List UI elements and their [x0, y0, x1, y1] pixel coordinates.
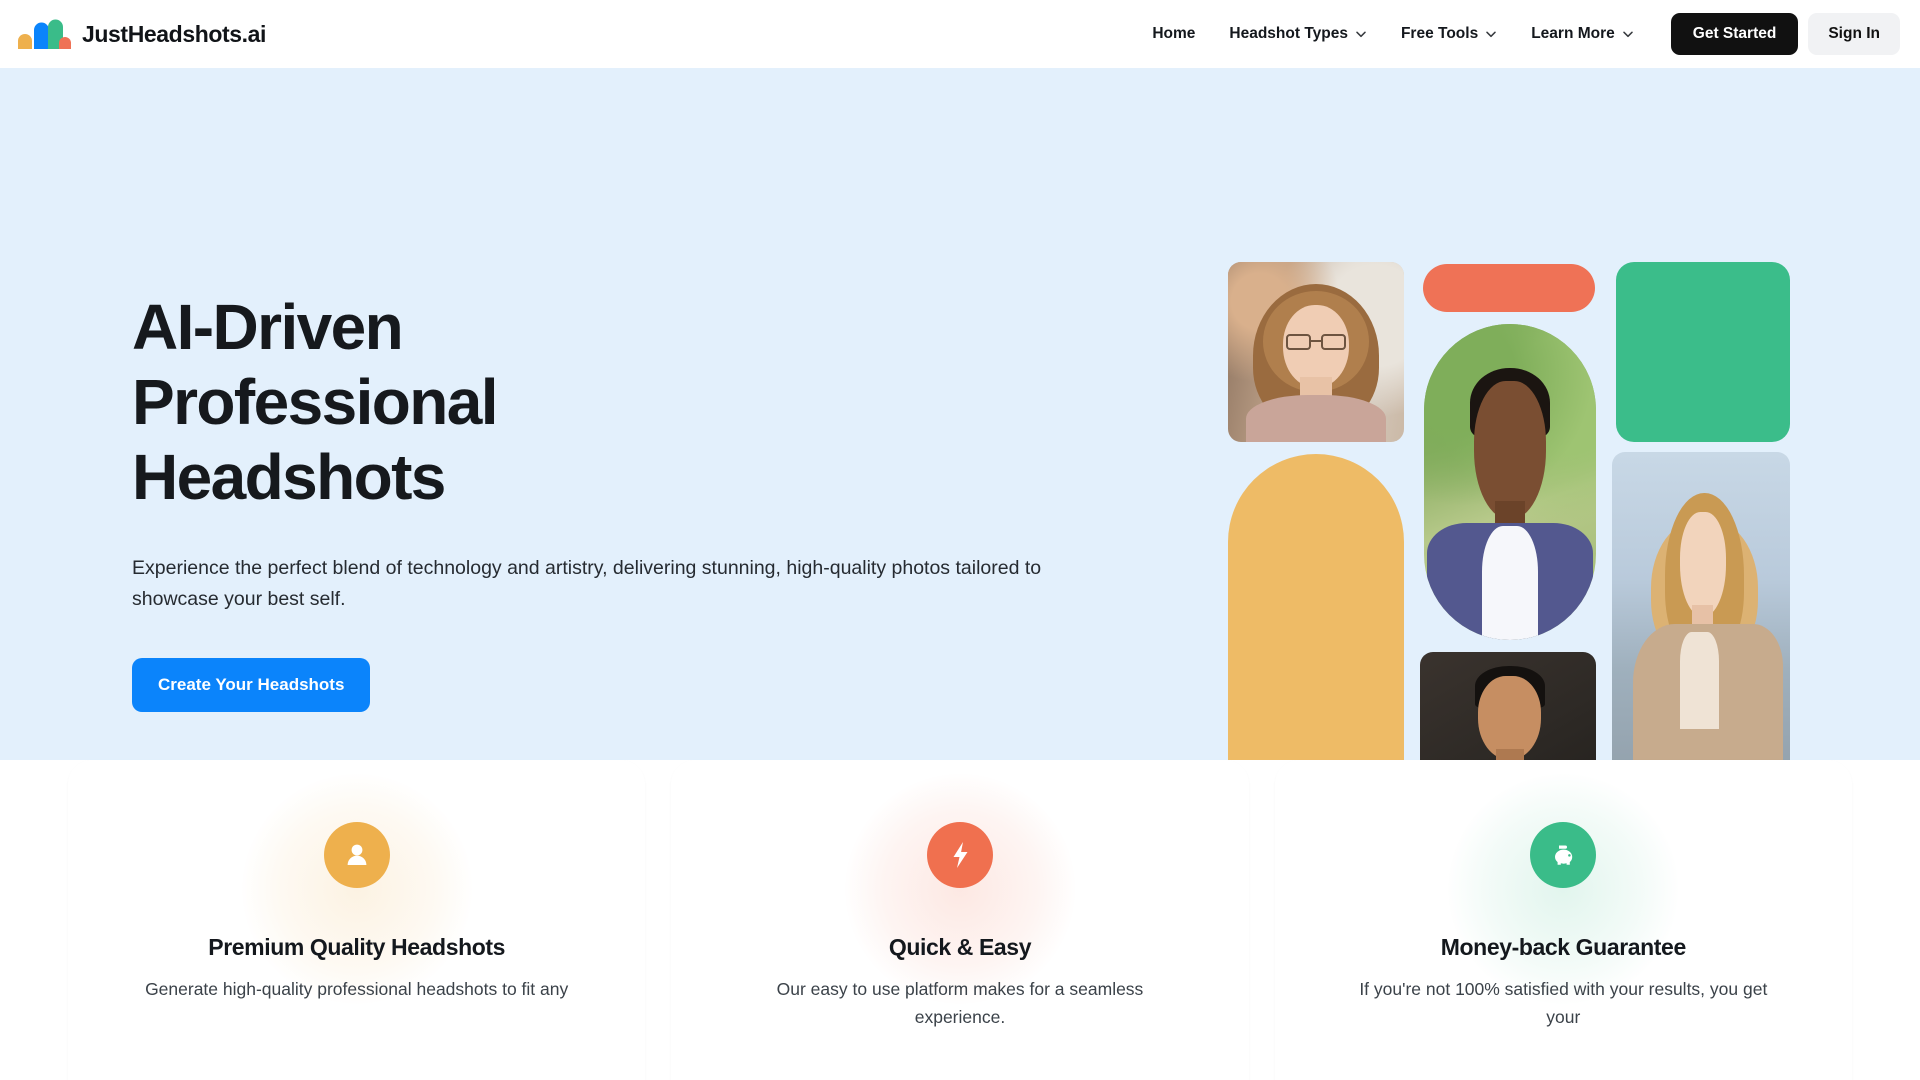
nav-label-free-tools: Free Tools — [1400, 25, 1479, 42]
feature-title: Premium Quality Headshots — [208, 934, 506, 960]
hero-image-collage — [1228, 262, 1790, 826]
chevron-down-icon — [1623, 31, 1633, 38]
nav-label-home: Home — [1152, 25, 1196, 42]
nav-label-learn-more: Learn More — [1531, 25, 1615, 42]
main-navigation: Home Headshot Types Free Tools Learn Mor… — [1135, 13, 1900, 55]
feature-card-quick-easy: Quick & Easy Our easy to use platform ma… — [671, 760, 1249, 1080]
hero-subtitle: Experience the perfect blend of technolo… — [132, 556, 1042, 611]
collage-decoration-salmon-pill — [1423, 264, 1595, 312]
nav-item-home[interactable]: Home — [1135, 16, 1212, 52]
feature-description: If you're not 100% satisfied with your r… — [1359, 979, 1768, 1027]
collage-decoration-green-block — [1616, 262, 1790, 442]
chevron-down-icon — [1356, 31, 1366, 38]
collage-photo-man-in-blue-suit — [1424, 324, 1596, 640]
nav-item-headshot-types[interactable]: Headshot Types — [1212, 16, 1384, 52]
feature-title: Money-back Guarantee — [1440, 934, 1686, 960]
create-your-headshots-button[interactable]: Create Your Headshots — [132, 657, 371, 712]
feature-description: Generate high-quality professional heads… — [145, 979, 569, 999]
person-icon — [323, 822, 390, 888]
feature-card-money-back: Money-back Guarantee If you're not 100% … — [1274, 760, 1852, 1080]
icon-glow — [844, 774, 1075, 1004]
page-title: AI-Driven Professional Headshots — [132, 291, 499, 513]
sign-in-button[interactable]: Sign In — [1808, 13, 1900, 55]
site-header: JustHeadshots.ai Home Headshot Types Fre… — [0, 0, 1920, 68]
brand-logo[interactable]: JustHeadshots.ai — [18, 19, 266, 49]
nav-item-learn-more[interactable]: Learn More — [1514, 16, 1651, 52]
nav-label-headshot-types: Headshot Types — [1229, 25, 1348, 42]
piggy-bank-icon — [1530, 822, 1597, 888]
feature-card-premium-quality: Premium Quality Headshots Generate high-… — [68, 760, 646, 1080]
chevron-down-icon — [1486, 31, 1496, 38]
icon-glow — [1448, 774, 1679, 1004]
feature-cards-section: Premium Quality Headshots Generate high-… — [0, 760, 1920, 1080]
feature-title: Quick & Easy — [888, 934, 1032, 960]
collage-photo-woman-with-glasses — [1228, 262, 1404, 442]
brand-name: JustHeadshots.ai — [82, 20, 267, 47]
hero-copy: AI-Driven Professional Headshots Experie… — [132, 290, 1112, 712]
icon-glow — [241, 774, 472, 1004]
nav-item-free-tools[interactable]: Free Tools — [1384, 16, 1514, 52]
justheadshots-logo-icon — [18, 19, 71, 49]
feature-description: Our easy to use platform makes for a sea… — [776, 979, 1144, 1027]
lightning-bolt-icon — [926, 822, 993, 888]
get-started-button[interactable]: Get Started — [1670, 13, 1799, 55]
